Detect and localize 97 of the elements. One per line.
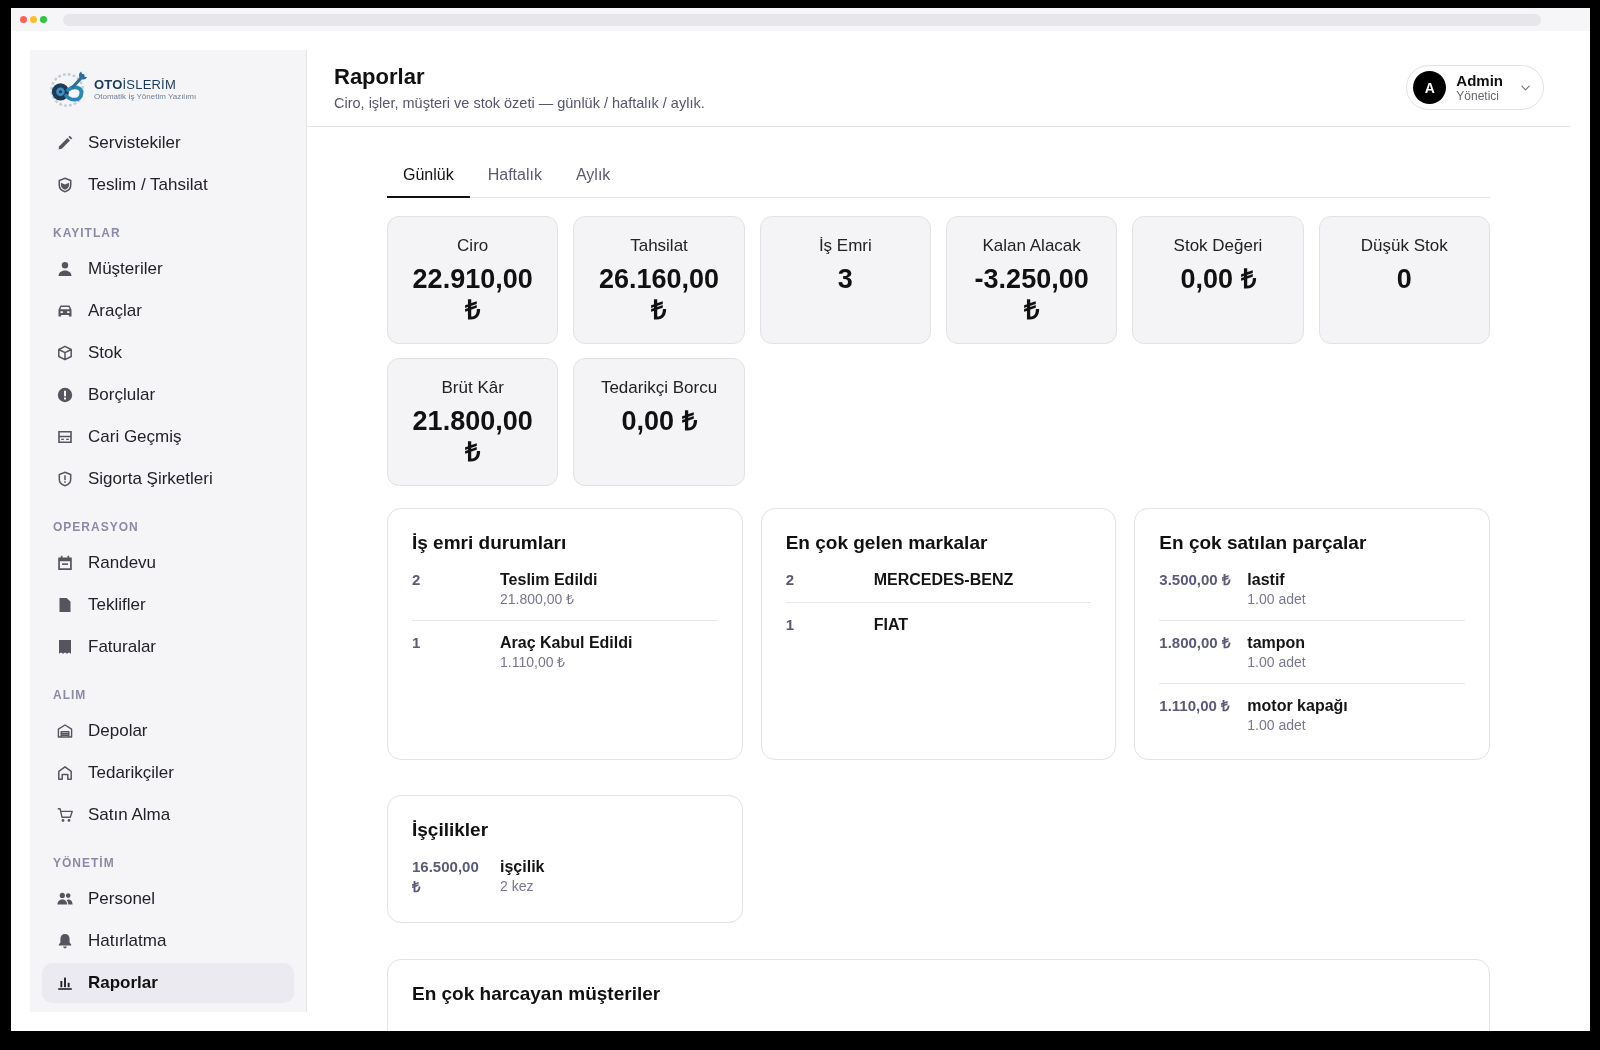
stat-value: 21.800,00 ₺: [411, 406, 534, 468]
nav-item[interactable]: Depolar: [42, 711, 294, 751]
nav-item[interactable]: Sigorta Şirketleri: [42, 459, 294, 499]
stat-label: Brüt Kâr: [441, 378, 504, 398]
nav-item[interactable]: Cari Geçmiş: [42, 417, 294, 457]
nav-item[interactable]: Borçlular: [42, 375, 294, 415]
bar-chart-icon: [57, 975, 73, 991]
nav-item[interactable]: Teslim / Tahsilat: [42, 165, 294, 205]
nav-item[interactable]: Randevu: [42, 543, 294, 583]
tab[interactable]: Haftalık: [471, 153, 558, 198]
pencil-icon: [57, 135, 73, 151]
house-icon: [57, 765, 73, 781]
window-zoom-icon[interactable]: [40, 16, 47, 23]
user-menu-button[interactable]: A Admin Yönetici: [1406, 65, 1544, 110]
row-note: 1.00 adet: [1247, 590, 1306, 608]
car-icon: [57, 303, 73, 319]
panel-title: En çok harcayan müşteriler: [412, 982, 661, 1006]
document-icon: [57, 597, 73, 613]
nav-item[interactable]: Stok: [42, 333, 294, 373]
row-value: 3.500,00 ₺: [1159, 570, 1231, 590]
receipt-icon: [57, 639, 73, 655]
stat-value: 26.160,00 ₺: [597, 264, 721, 326]
avatar: A: [1413, 71, 1447, 104]
row-note: 1.110,00 ₺: [500, 653, 566, 671]
section-heading: ALIM: [53, 687, 87, 703]
row-name: Teslim Edildi: [500, 570, 598, 590]
row-name: FIAT: [873, 615, 908, 635]
nav-item[interactable]: Faturalar: [42, 627, 294, 667]
nav-item[interactable]: Satın Alma: [42, 795, 294, 835]
row-name: Araç Kabul Edildi: [500, 633, 633, 653]
row-value: 2: [412, 570, 421, 590]
stat-value: 3: [837, 264, 853, 295]
nav-item[interactable]: Teklifler: [42, 585, 294, 625]
row-value: 1.110,00 ₺: [1159, 696, 1231, 716]
logo-icon: [48, 70, 90, 108]
section-heading: OPERASYON: [53, 519, 139, 535]
stat-value: 0,00 ₺: [1180, 264, 1256, 295]
nav-item[interactable]: Servistekiler: [42, 123, 294, 163]
logo-text: OTOİSLERİM: [94, 78, 176, 92]
row-value: 16.500,00 ₺: [412, 857, 480, 897]
stat-label: Kalan Alacak: [982, 236, 1081, 256]
cube-icon: [57, 345, 73, 361]
stat-value: 0: [1396, 264, 1412, 295]
nav-item[interactable]: Hatırlatma: [42, 921, 294, 961]
warehouse-icon: [57, 723, 73, 739]
panel-title: En çok satılan parçalar: [1159, 531, 1367, 555]
row-note: 2 kez: [500, 877, 534, 895]
nav-item[interactable]: Araçlar: [42, 291, 294, 331]
page-subtitle: Ciro, işler, müşteri ve stok özeti — günlük / haftalık / aylık.: [334, 94, 705, 112]
stat-label: İş Emri: [818, 236, 872, 256]
tab[interactable]: Aylık: [559, 153, 627, 198]
row-name: lastif: [1247, 570, 1285, 590]
alert-icon: [57, 387, 73, 403]
stat-value: 22.910,00 ₺: [411, 264, 534, 326]
logo-tagline: Otomatik İş Yönetim Yazılımı: [94, 92, 197, 102]
person-icon: [57, 261, 73, 277]
nav-item[interactable]: Personel: [42, 879, 294, 919]
row-name: MERCEDES-BENZ: [873, 570, 1014, 590]
row-name: motor kapağı: [1247, 696, 1348, 716]
user-name: Admin: [1456, 72, 1503, 89]
stat-value: 0,00 ₺: [621, 406, 697, 437]
stat-label: Tedarikçi Borcu: [600, 378, 718, 398]
panel-title: En çok gelen markalar: [785, 531, 988, 555]
section-heading: YÖNETİM: [53, 855, 115, 871]
people-icon: [57, 891, 73, 907]
page-title: Raporlar: [334, 63, 425, 91]
stat-label: Stok Değeri: [1173, 236, 1263, 256]
stat-label: Ciro: [457, 236, 489, 256]
row-value: 1: [412, 633, 421, 653]
stat-label: Tahsilat: [630, 236, 688, 256]
panel-title: İş emri durumları: [412, 531, 567, 555]
row-value: 1.800,00 ₺: [1159, 633, 1231, 653]
calendar-icon: [57, 555, 73, 571]
card-icon: [57, 429, 73, 445]
chevron-down-icon: [1521, 84, 1530, 91]
tab[interactable]: Günlük: [387, 153, 470, 198]
row-note: 1.00 adet: [1247, 716, 1306, 734]
row-value: 1: [785, 615, 794, 635]
cart-icon: [57, 807, 73, 823]
user-role: Yönetici: [1456, 89, 1500, 103]
stat-label: Düşük Stok: [1360, 236, 1448, 256]
row-name: tampon: [1247, 633, 1306, 653]
row-name: işçilik: [500, 857, 545, 877]
shield-icon: [57, 177, 73, 193]
nav-item[interactable]: Müşteriler: [42, 249, 294, 289]
window-minimize-icon[interactable]: [30, 16, 37, 23]
shield-alert-icon: [57, 471, 73, 487]
section-heading: KAYITLAR: [53, 225, 121, 241]
row-value: 2: [785, 570, 794, 590]
stat-value: -3.250,00 ₺: [973, 264, 1090, 326]
nav-item[interactable]: Tedarikçiler: [42, 753, 294, 793]
panel-title: İşçilikler: [412, 818, 489, 842]
window-close-icon[interactable]: [20, 16, 27, 23]
row-note: 21.800,00 ₺: [500, 590, 575, 608]
row-note: 1.00 adet: [1247, 653, 1306, 671]
nav-item[interactable]: Raporlar: [42, 963, 294, 1003]
bell-icon: [57, 933, 73, 949]
